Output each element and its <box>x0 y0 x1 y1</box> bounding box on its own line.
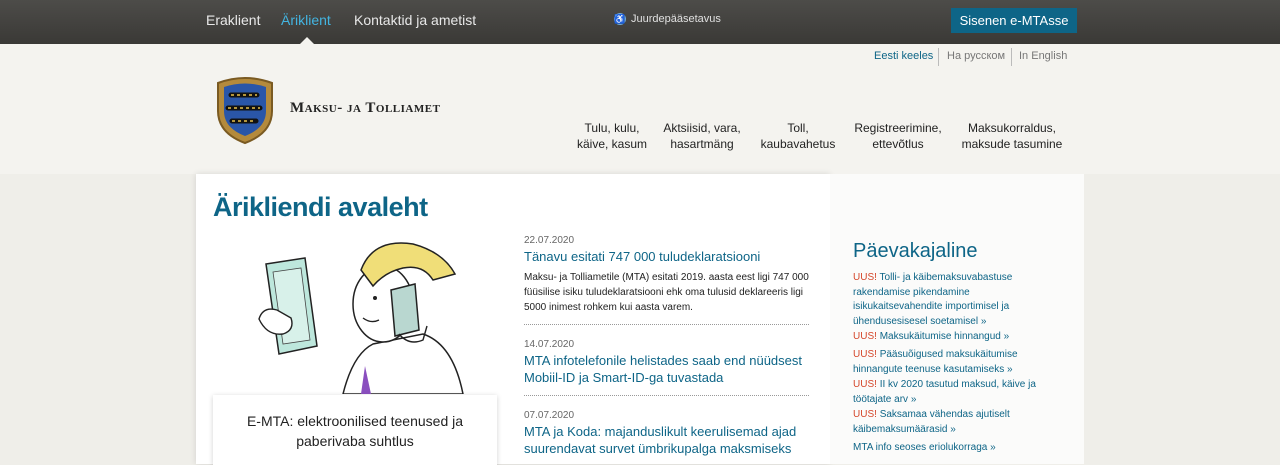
active-nav-caret <box>300 37 314 44</box>
topnav-ariklient[interactable]: Äriklient <box>281 12 331 28</box>
sidebar-news-link[interactable]: Saksamaa vähendas ajutiselt käibemaksumä… <box>853 409 1010 435</box>
lang-divider <box>938 48 939 66</box>
new-badge: UUS! <box>853 379 877 390</box>
mainnav-tulu[interactable]: Tulu, kulu, käive, kasum <box>572 120 652 152</box>
news-divider <box>524 324 809 325</box>
site-header <box>0 44 1280 174</box>
topnav-eraklient[interactable]: Eraklient <box>206 12 260 28</box>
sidebar-news-item[interactable]: UUS! Tolli- ja käibemaksuvabastuse raken… <box>853 271 1053 329</box>
news-summary: Maksu- ja Tolliametile (MTA) esitati 201… <box>524 272 809 313</box>
mainnav-registreerimine[interactable]: Registreerimine, ettevõtlus <box>852 120 944 152</box>
news-item: 14.07.2020 MTA infotelefonile helistades… <box>524 339 809 386</box>
news-title-link[interactable]: MTA infotelefonile helistades saab end n… <box>524 352 809 386</box>
sidebar-news-item[interactable]: UUS! II kv 2020 tasutud maksud, käive ja… <box>853 378 1053 407</box>
news-item: 22.07.2020 Tänavu esitati 747 000 tulude… <box>524 235 809 315</box>
accessibility-icon: ♿ <box>614 13 626 25</box>
lang-english[interactable]: In English <box>1019 50 1067 62</box>
sidebar-news-link[interactable]: Tolli- ja käibemaksuvabastuse rakendamis… <box>853 272 1012 327</box>
mainnav-maksukorraldus[interactable]: Maksukorraldus, maksude tasumine <box>960 120 1064 152</box>
sidebar-news-link[interactable]: Pääsuõigused maksukäitumise hinnangute t… <box>853 349 1018 375</box>
mainnav-aktsiisid[interactable]: Aktsiisid, vara, hasartmäng <box>660 120 744 152</box>
news-title-link[interactable]: MTA ja Koda: majanduslikult keerulisemad… <box>524 423 809 457</box>
new-badge: UUS! <box>853 349 877 360</box>
topnav-kontaktid[interactable]: Kontaktid ja ametist <box>354 12 476 28</box>
coat-of-arms-logo[interactable] <box>214 75 276 145</box>
sidebar-news-link[interactable]: MTA info seoses eriolukorraga » <box>853 442 996 453</box>
news-date: 14.07.2020 <box>524 339 575 350</box>
news-date: 07.07.2020 <box>524 410 575 421</box>
news-date: 22.07.2020 <box>524 235 575 246</box>
lang-divider <box>1011 48 1012 66</box>
accessibility-label: Juurdepääsetavus <box>631 13 721 25</box>
mainnav-toll[interactable]: Toll, kaubavahetus <box>758 120 838 152</box>
brand-name[interactable]: Maksu- ja Tolliamet <box>290 100 440 117</box>
sidebar-news-item[interactable]: UUS! Pääsuõigused maksukäitumise hinnang… <box>853 348 1053 377</box>
page-title: Ärikliendi avaleht <box>213 192 428 222</box>
sidebar-news-item[interactable]: UUS! Maksukäitumise hinnangud » <box>853 330 1053 345</box>
business-client-illustration <box>213 234 498 394</box>
sidebar-news-link[interactable]: II kv 2020 tasutud maksud, käive ja tööt… <box>853 379 1036 405</box>
emta-promo-card[interactable]: E-MTA: elektroonilised teenused ja paber… <box>213 395 497 465</box>
sidebar-title: Päevakajaline <box>853 240 978 262</box>
new-badge: UUS! <box>853 272 877 283</box>
news-item: 07.07.2020 MTA ja Koda: majanduslikult k… <box>524 410 809 457</box>
new-badge: UUS! <box>853 331 877 342</box>
lang-russian[interactable]: На русском <box>947 50 1005 62</box>
lang-estonian[interactable]: Eesti keeles <box>874 50 933 62</box>
news-divider <box>524 395 809 396</box>
sidebar-news-item[interactable]: UUS! Saksamaa vähendas ajutiselt käibema… <box>853 408 1053 437</box>
sidebar-news-link[interactable]: Maksukäitumise hinnangud » <box>880 331 1010 342</box>
emta-promo-text: E-MTA: elektroonilised teenused ja paber… <box>246 413 464 449</box>
accessibility-link[interactable]: ♿ Juurdepääsetavus <box>614 13 721 25</box>
emta-login-button[interactable]: Sisenen e-MTAsse <box>951 8 1077 33</box>
new-badge: UUS! <box>853 409 877 420</box>
sidebar-news-item[interactable]: MTA info seoses eriolukorraga » <box>853 441 1053 456</box>
news-title-link[interactable]: Tänavu esitati 747 000 tuludeklaratsioon… <box>524 248 809 265</box>
